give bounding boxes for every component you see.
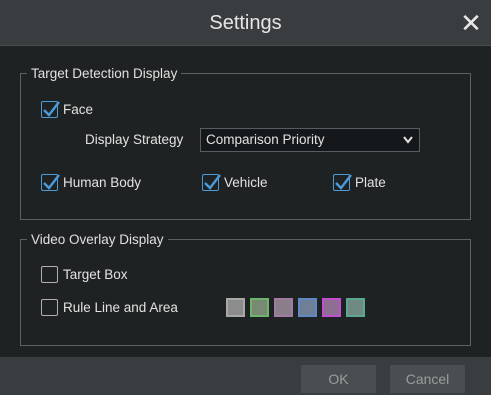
rule-line-checkbox[interactable]: Rule Line and Area	[41, 299, 178, 316]
vehicle-label: Vehicle	[224, 175, 268, 190]
face-checkbox[interactable]: Face	[41, 101, 93, 118]
checkbox-checked-icon	[202, 174, 221, 191]
color-swatch-green[interactable]	[250, 298, 269, 317]
color-swatch-blue[interactable]	[298, 298, 317, 317]
target-detection-legend: Target Detection Display	[31, 66, 178, 81]
display-strategy-value: Comparison Priority	[206, 132, 325, 147]
human-body-checkbox[interactable]: Human Body	[41, 174, 141, 191]
title-bar: Settings ✕	[0, 0, 491, 46]
chevron-down-icon	[403, 136, 413, 144]
color-swatch-magenta[interactable]	[322, 298, 341, 317]
dialog-title: Settings	[209, 12, 282, 34]
color-swatch-mauve[interactable]	[274, 298, 293, 317]
display-strategy-select[interactable]: Comparison Priority	[200, 128, 420, 152]
close-icon[interactable]: ✕	[457, 8, 485, 38]
plate-checkbox[interactable]: Plate	[333, 174, 386, 191]
rule-line-label: Rule Line and Area	[63, 300, 178, 315]
ok-button[interactable]: OK	[301, 365, 376, 393]
human-body-label: Human Body	[63, 175, 142, 190]
face-label: Face	[63, 102, 94, 117]
video-overlay-legend: Video Overlay Display	[31, 232, 164, 247]
target-box-label: Target Box	[63, 267, 128, 282]
checkbox-checked-icon	[41, 101, 60, 118]
vehicle-checkbox[interactable]: Vehicle	[202, 174, 268, 191]
checkbox-unchecked-icon	[41, 299, 58, 316]
video-overlay-group: Video Overlay Display	[20, 232, 471, 346]
color-swatch-gray[interactable]	[226, 298, 245, 317]
color-swatch-teal[interactable]	[346, 298, 365, 317]
checkbox-checked-icon	[41, 174, 60, 191]
target-box-checkbox[interactable]: Target Box	[41, 266, 128, 283]
display-strategy-label: Display Strategy	[85, 132, 184, 147]
checkbox-checked-icon	[333, 174, 352, 191]
plate-label: Plate	[355, 175, 386, 190]
settings-dialog: Settings ✕ Target Detection Display Face…	[0, 0, 491, 395]
cancel-button[interactable]: Cancel	[390, 365, 465, 393]
checkbox-unchecked-icon	[41, 266, 58, 283]
